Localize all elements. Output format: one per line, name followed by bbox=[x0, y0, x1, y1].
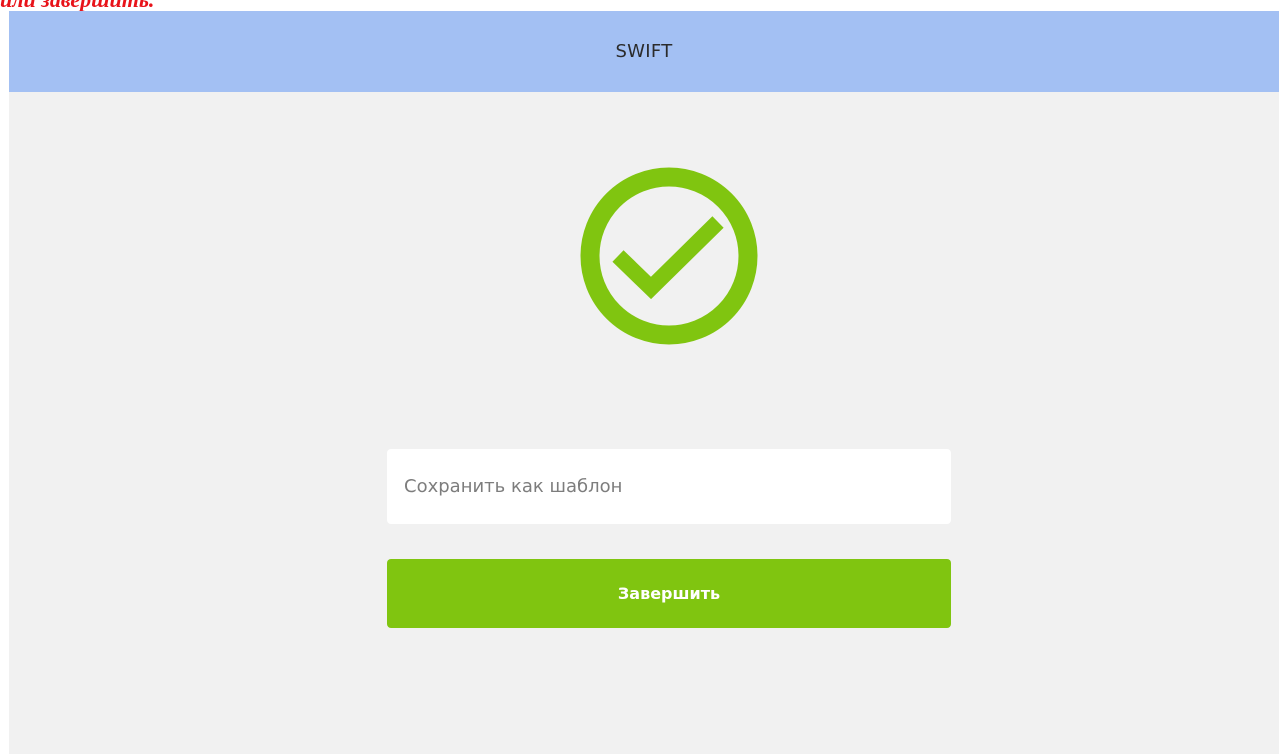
app-header: SWIFT bbox=[9, 11, 1279, 92]
caption-text: или завершить. bbox=[0, 0, 154, 11]
check-circle-icon bbox=[580, 167, 758, 345]
app-title: SWIFT bbox=[615, 41, 673, 62]
app-window: SWIFT Завершить bbox=[9, 11, 1279, 754]
finish-button[interactable]: Завершить bbox=[387, 559, 951, 628]
save-as-template-input[interactable] bbox=[387, 449, 951, 524]
